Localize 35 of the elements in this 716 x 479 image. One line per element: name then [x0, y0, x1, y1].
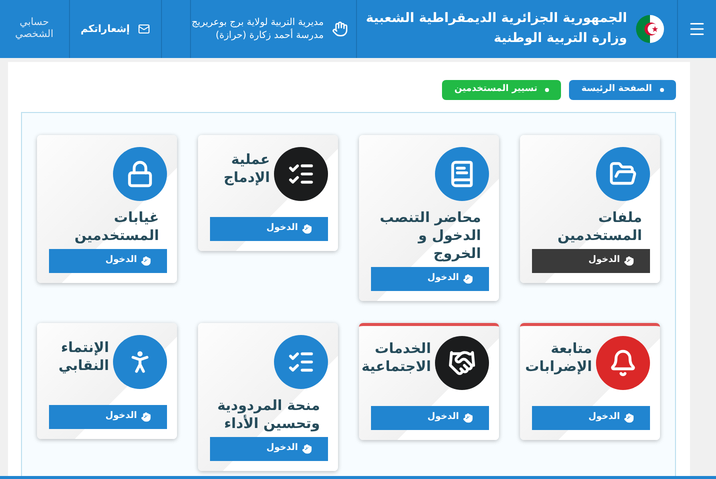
card-title: الإنتماء النقابي [57, 339, 109, 375]
enter-button[interactable]: الدخول [210, 217, 328, 241]
flag-icon [635, 14, 666, 44]
hand-icon [463, 274, 473, 284]
breadcrumb-link[interactable]: تسيير المستخدمين [442, 80, 562, 100]
enter-button[interactable]: الدخول [371, 267, 489, 291]
ministry-title: وزارة التربية الوطنية [492, 30, 628, 48]
enter-button[interactable]: الدخول [49, 405, 167, 429]
card-title: غيابات المستخدمين [73, 209, 159, 245]
hand-icon [463, 413, 473, 423]
envelope-icon [138, 23, 150, 35]
breadcrumb-link[interactable]: الصفحة الرئيسة [569, 80, 676, 100]
country-title: الجمهورية الجزائرية الديمقراطية الشعبية [366, 10, 628, 28]
enter-button[interactable]: الدخول [49, 249, 167, 273]
hand-icon [141, 256, 151, 266]
directorate-text: مدرسة أحمد زكارة (حرازة) [214, 29, 324, 42]
card-title: محاضر التنصب الدخول و الخروج [378, 209, 481, 263]
hand-icon [624, 413, 634, 423]
card-title: ملفات المستخدمين [556, 209, 642, 245]
card-title: عملية الإدماج [222, 151, 270, 187]
account-link[interactable]: حسابي الشخصي [0, 0, 69, 58]
hand-icon [141, 412, 151, 422]
card-title: الخدمات الاجتماعية [362, 340, 431, 376]
hand-icon [624, 256, 634, 266]
hand-icon [302, 444, 312, 454]
hand-icon [332, 21, 348, 37]
card-title: منحة المردودية وتحسين الأداء [216, 397, 320, 433]
notifications-button[interactable]: إشعاراتكم [68, 0, 161, 58]
card-title: متابعة الإضرابات [525, 340, 592, 376]
enter-button[interactable]: الدخول [532, 249, 650, 273]
enter-button[interactable]: الدخول [532, 406, 650, 430]
enter-button[interactable]: الدخول [371, 406, 489, 430]
enter-button[interactable]: الدخول [210, 437, 328, 461]
hand-icon [302, 224, 312, 234]
directorate-text: مديرية التربية لولاية برج بوعريريج [192, 16, 324, 28]
